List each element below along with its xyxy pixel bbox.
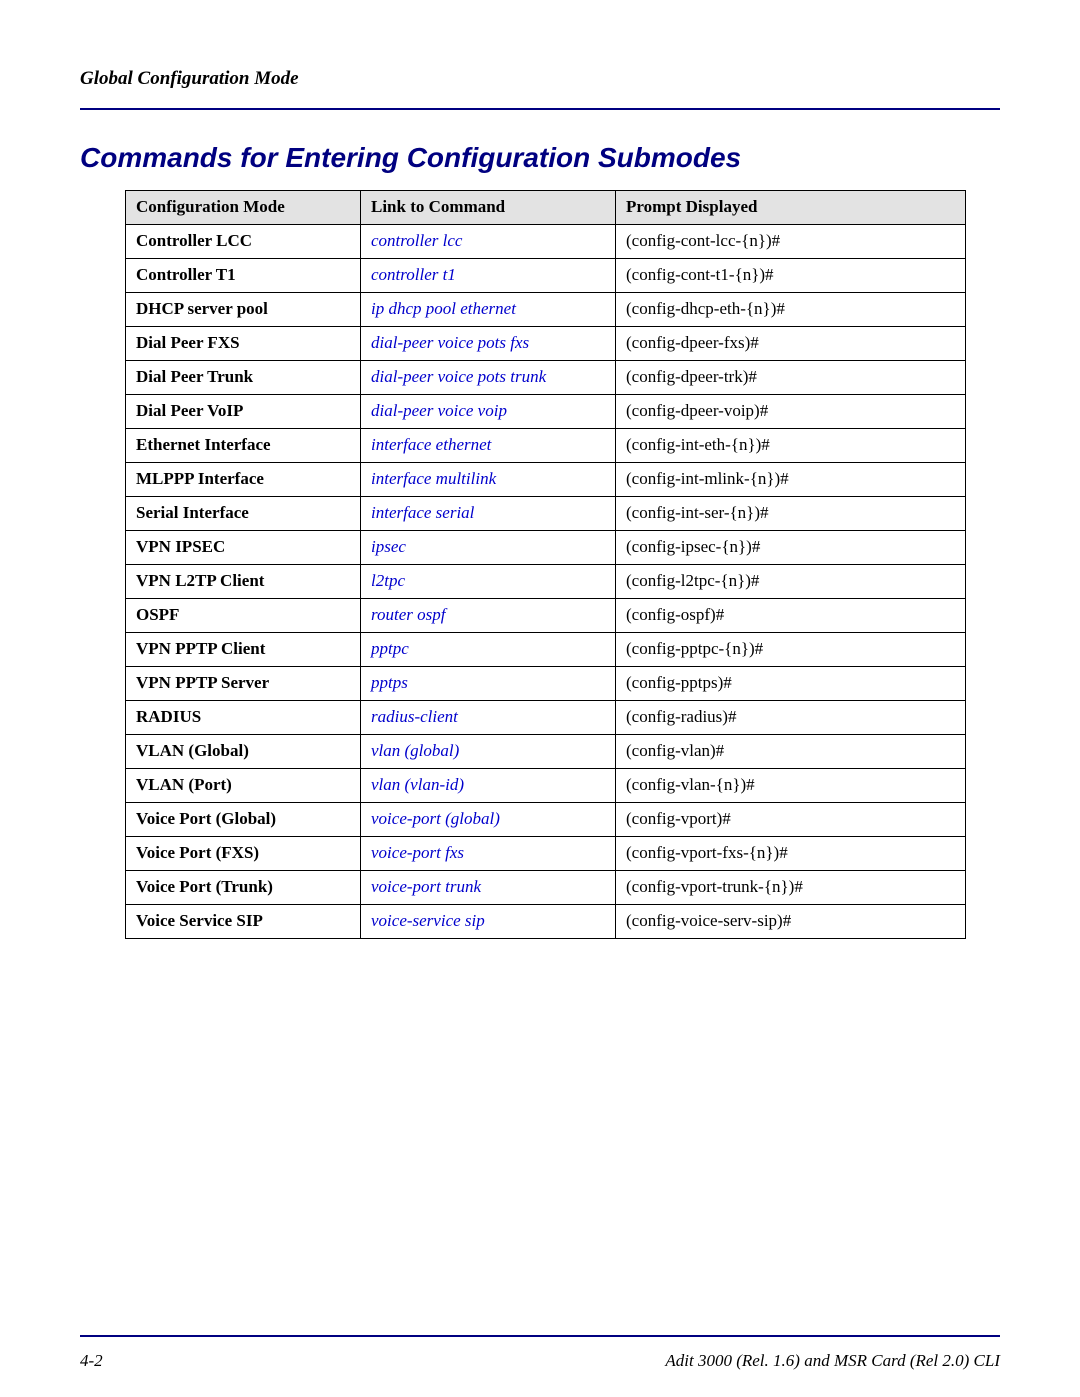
cell-prompt-displayed: (config-cont-t1-{n})# — [616, 259, 966, 293]
cell-link-to-command[interactable]: router ospf — [361, 599, 616, 633]
cell-link-to-command[interactable]: radius-client — [361, 701, 616, 735]
cell-prompt-displayed: (config-dpeer-voip)# — [616, 395, 966, 429]
table-row: VPN IPSECipsec(config-ipsec-{n})# — [126, 531, 966, 565]
cell-config-mode: VPN PPTP Client — [126, 633, 361, 667]
table-row: VPN PPTP Serverpptps(config-pptps)# — [126, 667, 966, 701]
cell-config-mode: Controller T1 — [126, 259, 361, 293]
table-row: Dial Peer VoIPdial-peer voice voip(confi… — [126, 395, 966, 429]
table-row: DHCP server poolip dhcp pool ethernet(co… — [126, 293, 966, 327]
cell-config-mode: Dial Peer FXS — [126, 327, 361, 361]
cell-link-to-command[interactable]: dial-peer voice pots fxs — [361, 327, 616, 361]
cell-prompt-displayed: (config-vport)# — [616, 803, 966, 837]
cell-config-mode: VLAN (Port) — [126, 769, 361, 803]
cell-prompt-displayed: (config-l2tpc-{n})# — [616, 565, 966, 599]
page-number: 4-2 — [80, 1351, 103, 1371]
cell-config-mode: VPN L2TP Client — [126, 565, 361, 599]
header-divider — [80, 108, 1000, 110]
cell-link-to-command[interactable]: voice-port (global) — [361, 803, 616, 837]
cell-config-mode: VPN PPTP Server — [126, 667, 361, 701]
cell-prompt-displayed: (config-radius)# — [616, 701, 966, 735]
cell-config-mode: VPN IPSEC — [126, 531, 361, 565]
cell-link-to-command[interactable]: voice-port fxs — [361, 837, 616, 871]
table-row: Voice Service SIPvoice-service sip(confi… — [126, 905, 966, 939]
table-row: Serial Interfaceinterface serial(config-… — [126, 497, 966, 531]
document-page: Global Configuration Mode Commands for E… — [0, 0, 1080, 1397]
doc-title: Adit 3000 (Rel. 1.6) and MSR Card (Rel 2… — [665, 1351, 1000, 1371]
footer-divider — [80, 1335, 1000, 1337]
col-header-mode: Configuration Mode — [126, 191, 361, 225]
table-row: Controller T1controller t1(config-cont-t… — [126, 259, 966, 293]
cell-prompt-displayed: (config-pptpc-{n})# — [616, 633, 966, 667]
page-footer: 4-2 Adit 3000 (Rel. 1.6) and MSR Card (R… — [80, 1351, 1000, 1371]
table-row: VLAN (Global)vlan (global)(config-vlan)# — [126, 735, 966, 769]
table-row: VPN PPTP Clientpptpc(config-pptpc-{n})# — [126, 633, 966, 667]
cell-link-to-command[interactable]: pptps — [361, 667, 616, 701]
cell-link-to-command[interactable]: voice-service sip — [361, 905, 616, 939]
cell-config-mode: RADIUS — [126, 701, 361, 735]
table-row: MLPPP Interfaceinterface multilink(confi… — [126, 463, 966, 497]
cell-config-mode: Voice Port (FXS) — [126, 837, 361, 871]
cell-config-mode: Voice Port (Global) — [126, 803, 361, 837]
submodes-table: Configuration Mode Link to Command Promp… — [125, 190, 966, 939]
cell-prompt-displayed: (config-vport-fxs-{n})# — [616, 837, 966, 871]
cell-config-mode: MLPPP Interface — [126, 463, 361, 497]
table-row: Voice Port (Trunk)voice-port trunk(confi… — [126, 871, 966, 905]
cell-prompt-displayed: (config-cont-lcc-{n})# — [616, 225, 966, 259]
cell-prompt-displayed: (config-vport-trunk-{n})# — [616, 871, 966, 905]
cell-prompt-displayed: (config-dpeer-fxs)# — [616, 327, 966, 361]
table-header-row: Configuration Mode Link to Command Promp… — [126, 191, 966, 225]
cell-prompt-displayed: (config-dpeer-trk)# — [616, 361, 966, 395]
cell-link-to-command[interactable]: interface ethernet — [361, 429, 616, 463]
table-row: VLAN (Port)vlan (vlan-id)(config-vlan-{n… — [126, 769, 966, 803]
cell-link-to-command[interactable]: pptpc — [361, 633, 616, 667]
cell-prompt-displayed: (config-vlan)# — [616, 735, 966, 769]
cell-link-to-command[interactable]: interface serial — [361, 497, 616, 531]
table-row: OSPFrouter ospf(config-ospf)# — [126, 599, 966, 633]
cell-config-mode: Dial Peer VoIP — [126, 395, 361, 429]
cell-link-to-command[interactable]: vlan (global) — [361, 735, 616, 769]
cell-prompt-displayed: (config-int-eth-{n})# — [616, 429, 966, 463]
table-row: Controller LCCcontroller lcc(config-cont… — [126, 225, 966, 259]
table-row: Dial Peer Trunkdial-peer voice pots trun… — [126, 361, 966, 395]
cell-prompt-displayed: (config-ospf)# — [616, 599, 966, 633]
table-row: Voice Port (FXS)voice-port fxs(config-vp… — [126, 837, 966, 871]
cell-config-mode: Ethernet Interface — [126, 429, 361, 463]
table-row: Ethernet Interfaceinterface ethernet(con… — [126, 429, 966, 463]
cell-config-mode: Voice Service SIP — [126, 905, 361, 939]
cell-prompt-displayed: (config-int-ser-{n})# — [616, 497, 966, 531]
col-header-prompt: Prompt Displayed — [616, 191, 966, 225]
cell-link-to-command[interactable]: interface multilink — [361, 463, 616, 497]
cell-link-to-command[interactable]: controller t1 — [361, 259, 616, 293]
cell-link-to-command[interactable]: vlan (vlan-id) — [361, 769, 616, 803]
cell-prompt-displayed: (config-int-mlink-{n})# — [616, 463, 966, 497]
cell-prompt-displayed: (config-dhcp-eth-{n})# — [616, 293, 966, 327]
cell-config-mode: Dial Peer Trunk — [126, 361, 361, 395]
cell-prompt-displayed: (config-pptps)# — [616, 667, 966, 701]
cell-link-to-command[interactable]: l2tpc — [361, 565, 616, 599]
col-header-link: Link to Command — [361, 191, 616, 225]
table-row: RADIUSradius-client(config-radius)# — [126, 701, 966, 735]
page-header-title: Global Configuration Mode — [80, 68, 1000, 90]
cell-config-mode: OSPF — [126, 599, 361, 633]
table-row: Dial Peer FXSdial-peer voice pots fxs(co… — [126, 327, 966, 361]
cell-config-mode: Controller LCC — [126, 225, 361, 259]
cell-link-to-command[interactable]: dial-peer voice voip — [361, 395, 616, 429]
table-row: VPN L2TP Clientl2tpc(config-l2tpc-{n})# — [126, 565, 966, 599]
cell-link-to-command[interactable]: ipsec — [361, 531, 616, 565]
cell-link-to-command[interactable]: dial-peer voice pots trunk — [361, 361, 616, 395]
cell-link-to-command[interactable]: ip dhcp pool ethernet — [361, 293, 616, 327]
cell-link-to-command[interactable]: controller lcc — [361, 225, 616, 259]
cell-prompt-displayed: (config-voice-serv-sip)# — [616, 905, 966, 939]
cell-prompt-displayed: (config-ipsec-{n})# — [616, 531, 966, 565]
cell-link-to-command[interactable]: voice-port trunk — [361, 871, 616, 905]
section-heading: Commands for Entering Configuration Subm… — [80, 142, 1000, 174]
cell-prompt-displayed: (config-vlan-{n})# — [616, 769, 966, 803]
cell-config-mode: VLAN (Global) — [126, 735, 361, 769]
table-row: Voice Port (Global)voice-port (global)(c… — [126, 803, 966, 837]
cell-config-mode: Serial Interface — [126, 497, 361, 531]
cell-config-mode: DHCP server pool — [126, 293, 361, 327]
cell-config-mode: Voice Port (Trunk) — [126, 871, 361, 905]
